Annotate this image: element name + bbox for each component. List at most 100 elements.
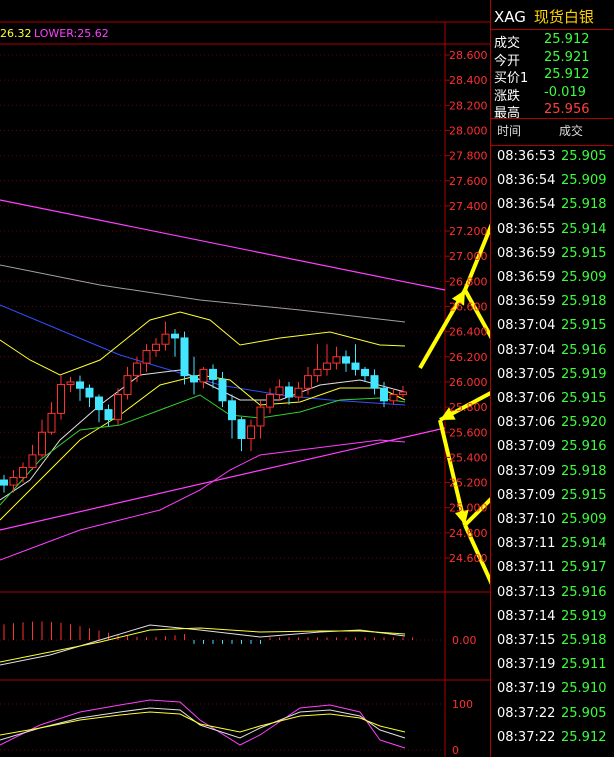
- candle-body: [19, 466, 27, 479]
- candle-body: [389, 394, 398, 402]
- kline-chart[interactable]: 28.600 28.400 28.200 28.000 27.800 27.600 27.4…: [0, 0, 490, 757]
- candle-body: [190, 375, 198, 383]
- tick-price: 25.918: [561, 633, 607, 648]
- symbol-code: XAG: [494, 8, 526, 26]
- candle-body: [161, 333, 170, 345]
- candle-body: [123, 375, 132, 396]
- candle-body: [380, 387, 388, 402]
- tick-price: 25.905: [561, 149, 607, 164]
- price-tick-label: 27.600: [449, 175, 488, 188]
- candle-body: [399, 391, 407, 396]
- quote-value: 25.912: [544, 67, 590, 82]
- tick-row[interactable]: 08:37:06 25.920: [497, 415, 607, 435]
- annotation-arrow: [463, 524, 490, 585]
- tick-row[interactable]: 08:37:09 25.918: [497, 463, 607, 484]
- tick-time: 08:37:19: [497, 681, 556, 697]
- candle-body: [95, 396, 103, 411]
- candle-body: [104, 409, 113, 421]
- tick-time: 08:36:53: [497, 149, 556, 164]
- tick-row[interactable]: 08:36:59 25.909: [497, 270, 607, 290]
- tick-time: 08:37:19: [497, 657, 556, 673]
- tick-row[interactable]: 08:36:54 25.909: [497, 173, 607, 193]
- price-tick-label: 28.000: [449, 124, 488, 137]
- tick-row[interactable]: 08:37:06 25.915: [497, 391, 607, 411]
- tick-row[interactable]: 08:37:11 25.917: [497, 560, 607, 580]
- tick-row[interactable]: 08:37:22 25.905: [497, 706, 607, 726]
- tick-row[interactable]: 08:37:04 25.915: [497, 318, 607, 338]
- tick-row[interactable]: 08:37:11 25.914: [497, 536, 607, 556]
- tick-row[interactable]: 08:37:19 25.910: [497, 681, 607, 701]
- trend-line-lower: [0, 427, 446, 531]
- tick-time: 08:36:59: [497, 270, 556, 285]
- tick-row[interactable]: 08:37:13 25.916: [497, 584, 607, 605]
- candle-body: [323, 362, 331, 370]
- price-tick-label: 25.400: [449, 451, 488, 464]
- candle-body: [275, 386, 284, 396]
- tick-row[interactable]: 08:37:10 25.909: [497, 512, 607, 532]
- tick-price: 25.910: [561, 681, 607, 697]
- tick-row[interactable]: 08:37:22 25.912: [497, 730, 607, 750]
- tick-time: 08:37:13: [497, 584, 556, 600]
- tick-row[interactable]: 08:37:14 25.919: [497, 608, 607, 629]
- candle-body: [171, 333, 179, 339]
- tick-price: 25.909: [561, 270, 607, 285]
- tick-row[interactable]: 08:36:59 25.915: [497, 245, 607, 266]
- tick-row[interactable]: 08:37:05 25.919: [497, 367, 607, 387]
- price-tick-label: 26.600: [449, 301, 488, 314]
- kdj-tick-label: 100: [452, 698, 473, 711]
- trend-line-upper: [0, 199, 446, 291]
- tick-row[interactable]: 08:37:04 25.916: [497, 342, 607, 363]
- tick-time: 08:36:59: [497, 245, 556, 261]
- tick-time: 08:37:09: [497, 487, 556, 503]
- candle-body: [180, 337, 189, 377]
- candle-body: [133, 362, 141, 377]
- quote-panel: XAG 现货白银 成交 25.912 今开 25.921 买价1 25.912 涨跌 -0.01…: [490, 0, 614, 757]
- price-tick-label: 27.200: [449, 225, 488, 238]
- tick-time: 08:37:09: [497, 463, 556, 479]
- candle-body: [199, 368, 208, 383]
- tick-price: 25.915: [561, 391, 607, 406]
- boll-upper: [0, 311, 406, 376]
- tick-row[interactable]: 08:37:15 25.918: [497, 633, 607, 653]
- tick-row[interactable]: 08:36:53 25.905: [497, 149, 607, 169]
- candle-body: [142, 350, 151, 364]
- quote-value: -0.019: [544, 84, 586, 100]
- kdj-d: [0, 711, 406, 736]
- quote-row: 涨跌 -0.019: [494, 85, 586, 104]
- tick-price: 25.919: [561, 366, 607, 382]
- price-tick-label: 28.400: [449, 74, 488, 87]
- price-tick-label: 26.000: [449, 376, 488, 389]
- price-tick-label: 27.800: [449, 150, 488, 163]
- tick-row[interactable]: 08:37:19 25.911: [497, 657, 607, 677]
- tick-row[interactable]: 08:36:55 25.914: [497, 221, 607, 242]
- tick-time: 08:36:55: [497, 221, 556, 237]
- tick-row[interactable]: 08:37:09 25.916: [497, 439, 607, 459]
- tick-time: 08:37:06: [497, 415, 556, 431]
- candle-body: [332, 356, 341, 364]
- quote-row: 买价1 25.912: [494, 67, 590, 86]
- tick-price: 25.918: [561, 197, 607, 213]
- tick-time: 08:37:10: [497, 512, 556, 527]
- price-tick-label: 25.600: [449, 426, 488, 439]
- tick-time: 08:37:14: [497, 608, 556, 624]
- tick-row[interactable]: 08:36:59 25.918: [497, 294, 607, 314]
- tick-time: 08:37:11: [497, 536, 556, 552]
- quote-value: 25.921: [544, 49, 590, 65]
- tick-row[interactable]: 08:36:54 25.918: [497, 197, 607, 217]
- candle-body: [209, 368, 217, 380]
- candle-body: [28, 454, 37, 468]
- tick-row[interactable]: 08:37:09 25.915: [497, 487, 607, 508]
- candle-body: [228, 400, 236, 421]
- candle-body: [152, 343, 160, 352]
- candle-body: [266, 394, 274, 408]
- tick-price: 25.909: [561, 173, 607, 189]
- price-tick-label: 27.400: [449, 200, 488, 213]
- tick-time: 08:37:04: [497, 342, 556, 358]
- tick-price: 25.916: [561, 342, 607, 358]
- tick-time: 08:37:11: [497, 560, 556, 576]
- candle-body: [9, 477, 18, 486]
- tick-price: 25.916: [561, 439, 607, 455]
- candle-body: [285, 386, 293, 398]
- candle-body: [304, 375, 312, 389]
- price-tick-label: 27.000: [449, 250, 488, 263]
